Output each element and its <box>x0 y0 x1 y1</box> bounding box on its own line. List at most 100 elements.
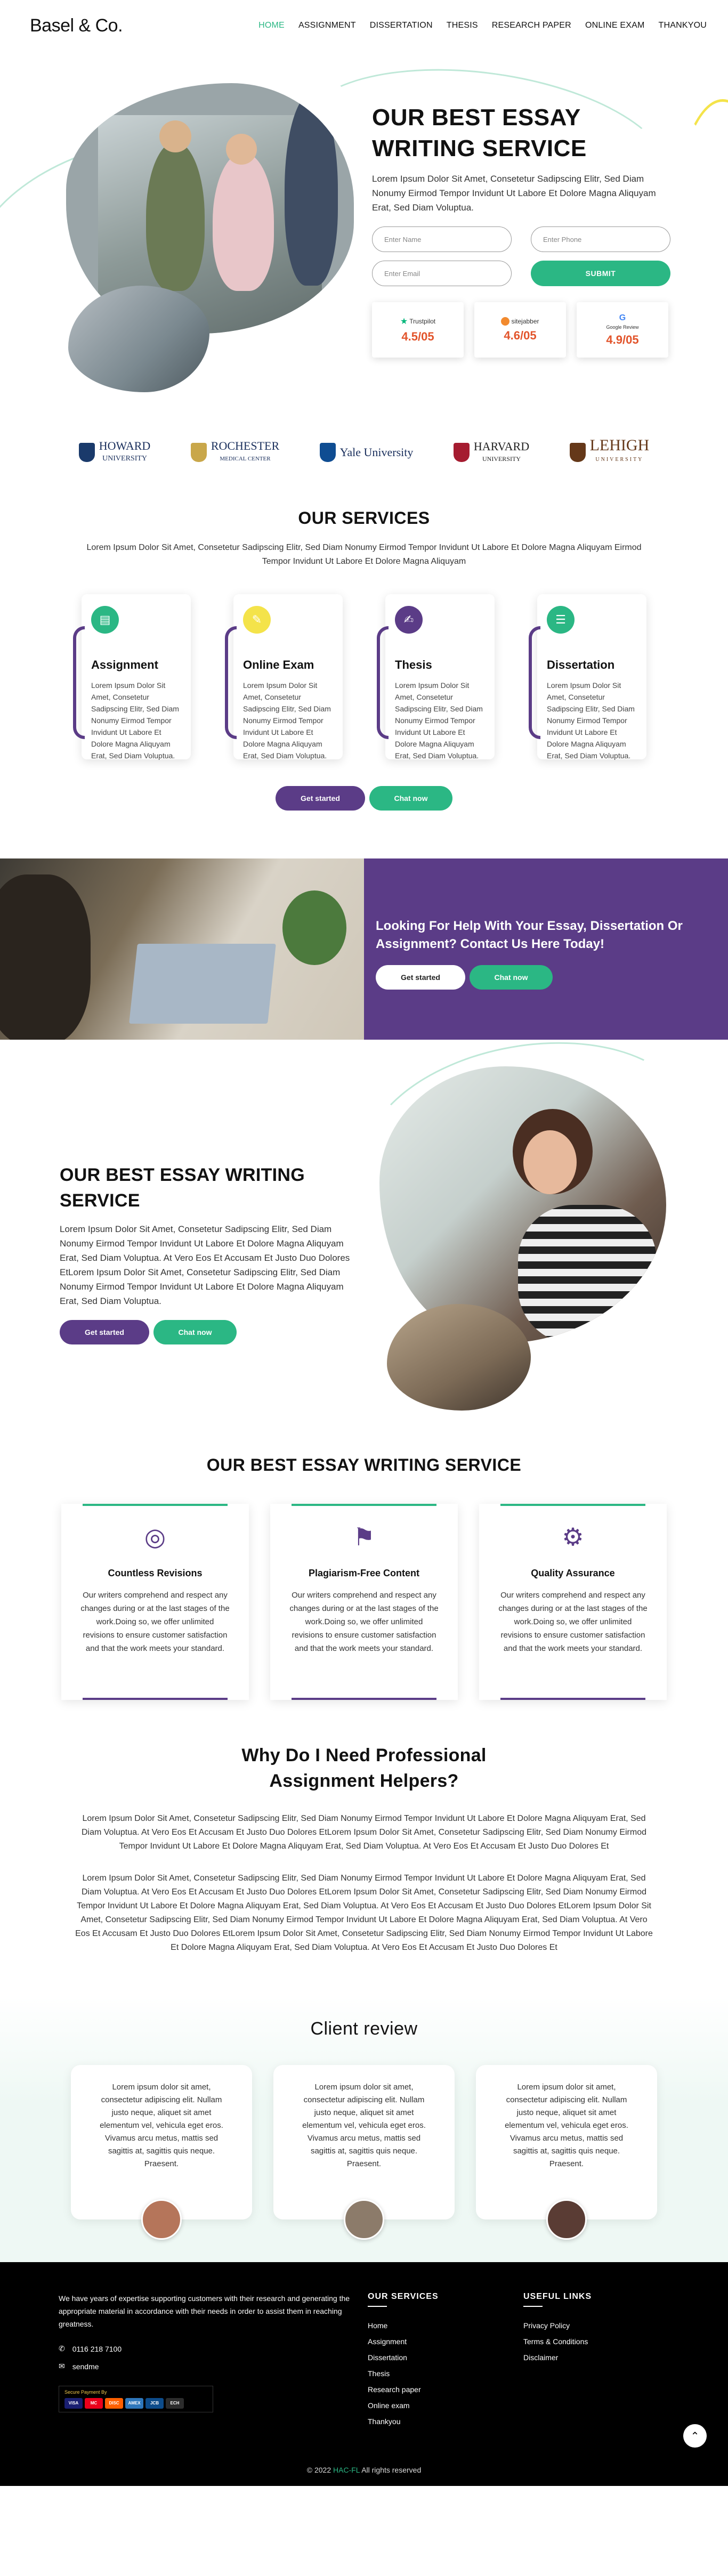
feature-card-text: Our writers comprehend and respect any c… <box>289 1591 439 1653</box>
rating-score: 4.6/05 <box>504 329 537 342</box>
hero-content: OUR BEST ESSAY WRITING SERVICE Lorem Ips… <box>372 102 670 358</box>
site-logo[interactable]: Basel & Co. <box>30 15 123 36</box>
howard-university-logo: HOWARD UNIVERSITY <box>78 440 150 464</box>
avatar <box>141 2199 182 2240</box>
review-card: Lorem ipsum dolor sit amet, consectetur … <box>476 2065 657 2240</box>
footer-link-online-exam[interactable]: Online exam <box>368 2397 523 2413</box>
rating-card-trustpilot[interactable]: ★ Trustpilot 4.5/05 <box>372 302 464 358</box>
sitejabber-logo: sitejabber <box>501 317 539 326</box>
google-icon: G <box>619 313 626 322</box>
rating-card-sitejabber[interactable]: sitejabber 4.6/05 <box>474 302 566 358</box>
why-section: Why Do I Need Professional Assignment He… <box>0 1721 728 1997</box>
secure-payment-badge: Secure Payment By VISA MC DISC AMEX JCB … <box>59 2386 213 2412</box>
menu-item-home[interactable]: HOME <box>258 21 285 30</box>
footer-services-heading: OUR SERVICES <box>368 2292 439 2301</box>
card-icon: JCB <box>145 2398 164 2409</box>
service-card-assignment[interactable]: ▤ Assignment Lorem Ipsum Dolor Sit Amet,… <box>73 594 191 760</box>
service-card-dissertation[interactable]: ☰ Dissertation Lorem Ipsum Dolor Sit Ame… <box>529 594 646 760</box>
best-essay-text: Lorem Ipsum Dolor Sit Amet, Consetetur S… <box>60 1224 350 1306</box>
menu-item-thesis[interactable]: THESIS <box>447 21 478 30</box>
email-input[interactable] <box>372 261 512 286</box>
service-card-title: Assignment <box>91 658 158 671</box>
footer-link-disclaimer[interactable]: Disclaimer <box>523 2350 651 2366</box>
phone-icon: ✆ <box>59 2344 65 2353</box>
submit-button[interactable]: SUBMIT <box>531 261 670 286</box>
review-cards: Lorem ipsum dolor sit amet, consectetur … <box>0 2065 728 2240</box>
services-subtitle: Lorem Ipsum Dolor Sit Amet, Consetetur S… <box>86 543 642 566</box>
rating-score: 4.9/05 <box>606 333 639 346</box>
service-card-text: Lorem Ipsum Dolor Sit Amet, Consetetur S… <box>395 681 483 760</box>
service-card-text: Lorem Ipsum Dolor Sit Amet, Consetetur S… <box>91 681 179 760</box>
mastercard-icon: MC <box>85 2398 103 2409</box>
feature-card-text: Our writers comprehend and respect any c… <box>498 1591 648 1653</box>
footer-useful-links: USEFUL LINKS Privacy Policy Terms & Cond… <box>523 2292 651 2429</box>
copyright-brand-link[interactable]: HAC-FL <box>333 2466 360 2474</box>
dissertation-icon: ☰ <box>547 606 575 634</box>
avatar <box>546 2199 587 2240</box>
student-laptop-image <box>0 858 364 1040</box>
review-text: Lorem ipsum dolor sit amet, consectetur … <box>302 2083 426 2168</box>
page: Basel & Co. HOME ASSIGNMENT DISSERTATION… <box>0 0 728 2486</box>
crest-icon <box>453 443 470 462</box>
chevron-up-icon: ⌃ <box>690 2430 700 2442</box>
service-card-title: Thesis <box>395 658 432 671</box>
rating-card-google[interactable]: G Google Review 4.9/05 <box>577 302 668 358</box>
chat-now-button[interactable]: Chat now <box>470 965 553 990</box>
footer-link-research-paper[interactable]: Research paper <box>368 2381 523 2397</box>
service-card-online-exam[interactable]: ✎ Online Exam Lorem Ipsum Dolor Sit Amet… <box>225 594 343 760</box>
crest-icon <box>78 443 95 462</box>
service-card-text: Lorem Ipsum Dolor Sit Amet, Consetetur S… <box>243 681 331 760</box>
footer-link-assignment[interactable]: Assignment <box>368 2334 523 2350</box>
hero-description: Lorem Ipsum Dolor Sit Amet, Consetetur S… <box>372 174 656 213</box>
menu-item-assignment[interactable]: ASSIGNMENT <box>298 21 356 30</box>
footer-link-thesis[interactable]: Thesis <box>368 2366 523 2381</box>
service-card-thesis[interactable]: ✍ Thesis Lorem Ipsum Dolor Sit Amet, Con… <box>377 594 495 760</box>
get-started-button[interactable]: Get started <box>376 965 465 990</box>
reviews-section: Client review Lorem ipsum dolor sit amet… <box>0 1997 728 2262</box>
footer-link-thankyou[interactable]: Thankyou <box>368 2413 523 2429</box>
avatar <box>344 2199 384 2240</box>
footer-link-privacy[interactable]: Privacy Policy <box>523 2318 651 2334</box>
flag-icon: ⚑ <box>353 1523 375 1551</box>
chat-now-button[interactable]: Chat now <box>153 1320 237 1344</box>
discover-icon: DISC <box>105 2398 123 2409</box>
trustpilot-logo: ★ Trustpilot <box>400 317 436 326</box>
service-card-title: Dissertation <box>547 658 615 671</box>
name-input[interactable] <box>372 226 512 252</box>
feature-card-revisions: ◎ Countless Revisions Our writers compre… <box>61 1504 249 1700</box>
banner-content: Looking For Help With Your Essay, Disser… <box>364 858 728 1040</box>
rating-score: 4.5/05 <box>401 330 434 343</box>
hero-section: OUR BEST ESSAY WRITING SERVICE Lorem Ips… <box>0 47 728 414</box>
get-started-button[interactable]: Get started <box>276 786 365 811</box>
footer-about-text: We have years of expertise supporting cu… <box>59 2294 350 2328</box>
footer-link-home[interactable]: Home <box>368 2318 523 2334</box>
footer-link-terms[interactable]: Terms & Conditions <box>523 2334 651 2350</box>
footer-phone[interactable]: ✆ 0116 218 7100 <box>59 2344 368 2353</box>
menu-item-dissertation[interactable]: DISSERTATION <box>370 21 433 30</box>
hero-title: OUR BEST ESSAY WRITING SERVICE <box>372 102 670 164</box>
menu-item-research-paper[interactable]: RESEARCH PAPER <box>492 21 571 30</box>
menu-item-online-exam[interactable]: ONLINE EXAM <box>585 21 645 30</box>
crest-icon <box>569 443 586 462</box>
review-text: Lorem ipsum dolor sit amet, consectetur … <box>100 2083 223 2168</box>
menu-item-thankyou[interactable]: THANKYOU <box>659 21 707 30</box>
service-card-text: Lorem Ipsum Dolor Sit Amet, Consetetur S… <box>547 681 635 760</box>
site-footer: We have years of expertise supporting cu… <box>0 2262 728 2486</box>
decorative-yellow-arc <box>669 99 728 419</box>
hero-title-line1: OUR BEST ESSAY <box>372 104 581 131</box>
review-card: Lorem ipsum dolor sit amet, consectetur … <box>273 2065 455 2240</box>
feature-card-plagiarism-free: ⚑ Plagiarism-Free Content Our writers co… <box>270 1504 458 1700</box>
best-essay-content: OUR BEST ESSAY WRITING SERVICE Lorem Ipsu… <box>60 1162 358 1344</box>
review-card: Lorem ipsum dolor sit amet, consectetur … <box>71 2065 252 2240</box>
banner-title: Looking For Help With Your Essay, Disser… <box>376 919 683 951</box>
chat-now-button[interactable]: Chat now <box>369 786 452 811</box>
exam-icon: ✎ <box>243 606 271 634</box>
card-icon: ECH <box>166 2398 184 2409</box>
scroll-to-top-button[interactable]: ⌃ <box>683 2424 707 2448</box>
footer-link-dissertation[interactable]: Dissertation <box>368 2350 523 2366</box>
service-card-title: Online Exam <box>243 658 314 671</box>
get-started-button[interactable]: Get started <box>60 1320 149 1344</box>
best-essay-title: OUR BEST ESSAY WRITING SERVICE <box>60 1165 305 1211</box>
phone-input[interactable] <box>531 226 670 252</box>
footer-email[interactable]: ✉ sendme <box>59 2362 368 2371</box>
